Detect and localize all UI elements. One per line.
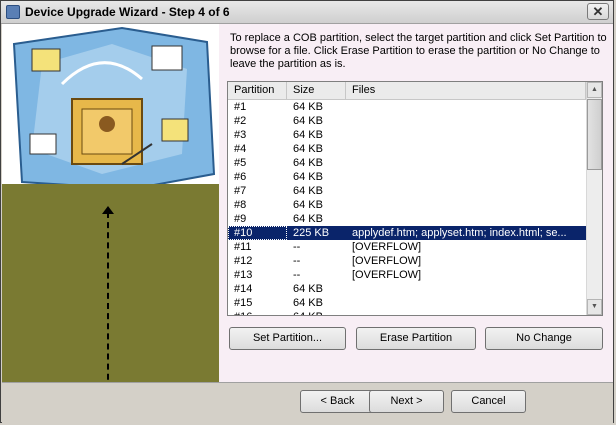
vertical-scrollbar[interactable]: ▲ ▼ bbox=[586, 82, 602, 315]
cell-size: 64 KB bbox=[293, 129, 323, 141]
back-button[interactable]: < Back bbox=[300, 390, 375, 413]
title-bar[interactable]: Device Upgrade Wizard - Step 4 of 6 ✕ bbox=[1, 1, 613, 24]
cell-files: [OVERFLOW] bbox=[352, 269, 422, 281]
table-row[interactable]: #4 64 KB bbox=[228, 142, 586, 156]
table-row[interactable]: #6 64 KB bbox=[228, 170, 586, 184]
table-row[interactable]: #1664 KB bbox=[228, 310, 586, 315]
cell-size: 64 KB bbox=[293, 143, 323, 155]
cell-files: [OVERFLOW] bbox=[352, 241, 422, 253]
cell-files bbox=[346, 156, 586, 170]
table-row[interactable]: #9 64 KB bbox=[228, 212, 586, 226]
cell-files bbox=[346, 170, 586, 184]
cell-partition: #13 bbox=[234, 269, 253, 281]
cell-size: 64 KB bbox=[293, 297, 323, 309]
cell-partition: #2 bbox=[234, 115, 247, 127]
column-header-files[interactable]: Files bbox=[346, 82, 586, 99]
cell-size: -- bbox=[293, 255, 301, 267]
cell-size: -- bbox=[293, 241, 301, 253]
table-row[interactable]: #13 -- [OVERFLOW] bbox=[228, 268, 586, 282]
close-icon[interactable]: ✕ bbox=[587, 3, 609, 20]
set-partition-button[interactable]: Set Partition... bbox=[229, 327, 346, 350]
list-rows: #1 64 KB #2 64 KB #3 64 KB #4 64 KB #5 64 KB #6 64 … bbox=[228, 100, 586, 315]
cell-partition: #15 bbox=[234, 297, 253, 309]
table-row[interactable]: #12 -- [OVERFLOW] bbox=[228, 254, 586, 268]
cell-partition: #4 bbox=[234, 143, 247, 155]
cell-files bbox=[346, 310, 586, 315]
cell-partition: #5 bbox=[234, 157, 247, 169]
cell-files bbox=[346, 142, 586, 156]
cell-size: -- bbox=[293, 269, 301, 281]
cell-files: applydef.htm; applyset.htm; index.html; … bbox=[352, 227, 567, 239]
erase-partition-button[interactable]: Erase Partition bbox=[356, 327, 476, 350]
cell-size: 225 KB bbox=[293, 227, 330, 239]
cell-partition: #3 bbox=[234, 129, 247, 141]
cell-size: 64 KB bbox=[293, 115, 323, 127]
instructions-text: To replace a COB partition, select the t… bbox=[230, 32, 607, 70]
cell-size: 64 KB bbox=[293, 283, 323, 295]
cell-size: 64 KB bbox=[293, 157, 323, 169]
table-row[interactable]: #1 64 KB bbox=[228, 100, 586, 114]
cell-files: [OVERFLOW] bbox=[352, 255, 422, 267]
cell-size: 64 KB bbox=[293, 213, 323, 225]
scroll-up-icon[interactable]: ▲ bbox=[587, 82, 602, 98]
cell-files bbox=[346, 184, 586, 198]
dashed-line bbox=[107, 212, 109, 382]
table-row[interactable]: #5 64 KB bbox=[228, 156, 586, 170]
cell-files bbox=[346, 128, 586, 142]
list-header: Partition Size Files bbox=[228, 82, 586, 100]
cell-size: 64 KB bbox=[293, 185, 323, 197]
table-row[interactable]: #10 225 KB applydef.htm; applyset.htm; ind… bbox=[228, 226, 586, 240]
table-row[interactable]: #3 64 KB bbox=[228, 128, 586, 142]
cell-files bbox=[346, 212, 586, 226]
table-row[interactable]: #14 64 KB bbox=[228, 282, 586, 296]
partition-list[interactable]: Partition Size Files #1 64 KB #2 64 KB #3 64 … bbox=[227, 81, 603, 316]
cell-partition: #6 bbox=[234, 171, 247, 183]
wizard-window: Device Upgrade Wizard - Step 4 of 6 ✕ To… bbox=[0, 0, 614, 423]
column-header-partition[interactable]: Partition bbox=[228, 82, 287, 99]
content-panel: To replace a COB partition, select the t… bbox=[219, 24, 613, 382]
cell-partition: #16 bbox=[228, 310, 287, 315]
table-row[interactable]: #2 64 KB bbox=[228, 114, 586, 128]
cell-partition: #8 bbox=[234, 199, 247, 211]
cell-partition: #1 bbox=[234, 101, 247, 113]
next-button[interactable]: Next > bbox=[369, 390, 444, 413]
cell-partition: #12 bbox=[234, 255, 253, 267]
app-icon bbox=[6, 5, 20, 19]
cell-partition: #7 bbox=[234, 185, 247, 197]
scroll-thumb[interactable] bbox=[587, 99, 602, 170]
cancel-button[interactable]: Cancel bbox=[451, 390, 526, 413]
cell-size: 64 KB bbox=[293, 171, 323, 183]
cell-size: 64 KB bbox=[293, 199, 323, 211]
cell-files bbox=[346, 114, 586, 128]
cell-size: 64 KB bbox=[287, 310, 346, 315]
table-row[interactable]: #8 64 KB bbox=[228, 198, 586, 212]
table-row[interactable]: #15 64 KB bbox=[228, 296, 586, 310]
table-row[interactable]: #7 64 KB bbox=[228, 184, 586, 198]
column-header-size[interactable]: Size bbox=[287, 82, 346, 99]
window-title: Device Upgrade Wizard - Step 4 of 6 bbox=[25, 5, 230, 19]
scroll-down-icon[interactable]: ▼ bbox=[587, 299, 602, 315]
wizard-illustration bbox=[2, 24, 219, 194]
wizard-sidebar bbox=[2, 24, 219, 382]
cell-files bbox=[346, 296, 586, 310]
cell-files bbox=[346, 282, 586, 296]
cell-files bbox=[346, 198, 586, 212]
cell-size: 64 KB bbox=[293, 101, 323, 113]
cell-partition: #11 bbox=[234, 241, 252, 253]
cell-partition: #14 bbox=[234, 283, 253, 295]
table-row[interactable]: #11 -- [OVERFLOW] bbox=[228, 240, 586, 254]
wizard-footer: < Back Next > Cancel bbox=[2, 382, 613, 423]
cell-partition: #10 bbox=[228, 226, 287, 240]
cell-partition: #9 bbox=[234, 213, 247, 225]
cell-files bbox=[346, 100, 586, 114]
no-change-button[interactable]: No Change bbox=[485, 327, 603, 350]
